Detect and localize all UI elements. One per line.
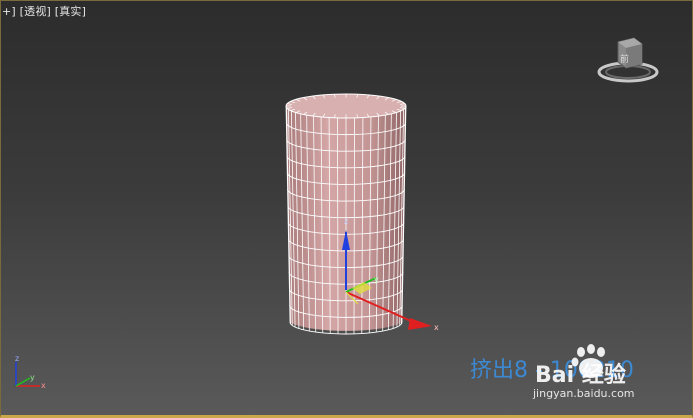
cylinder-segment — [353, 117, 355, 334]
baidu-logo-icon: Bai 经验 — [535, 344, 626, 388]
watermark-url: jingyan.baidu.com — [533, 387, 635, 400]
triad-z-label: z — [15, 354, 19, 363]
gizmo-x-label: x — [434, 323, 439, 332]
triad-y-label: y — [30, 373, 35, 382]
viewcube-icon[interactable]: 前 — [596, 34, 660, 86]
watermark-logo-text: Bai 经验 — [535, 362, 626, 388]
axis-triad-icon: z y x — [15, 354, 46, 390]
gizmo-x-arrow — [408, 318, 432, 330]
gizmo-y-label: y — [374, 275, 379, 284]
gizmo-z-label: z — [344, 217, 348, 226]
viewcube-face-label: 前 — [620, 53, 629, 65]
triad-x-label: x — [41, 381, 46, 390]
cylinder-mesh[interactable] — [285, 93, 407, 335]
cylinder-segment — [337, 117, 339, 334]
viewport-perspective[interactable]: +] [透视] [真实] zyx 前 z y x 挤出8 - 100210 Ba… — [0, 0, 693, 418]
